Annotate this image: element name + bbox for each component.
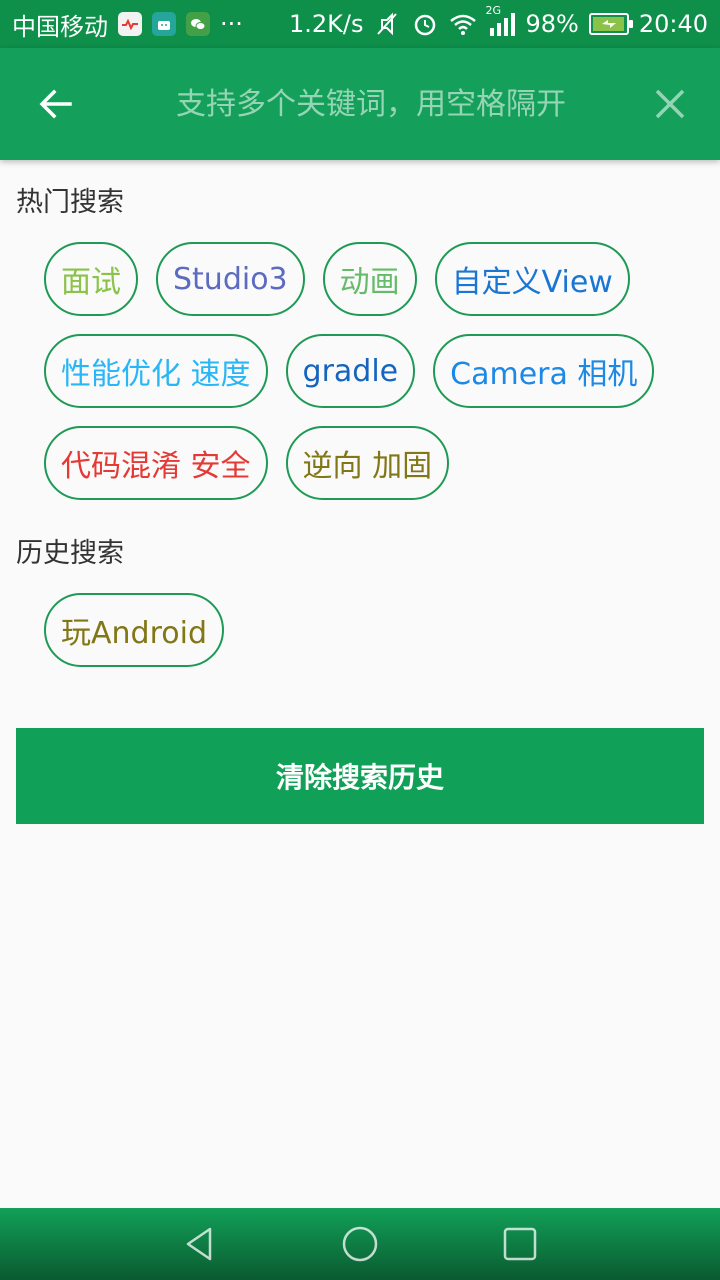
- alarm-icon: [411, 10, 439, 38]
- hot-search-tags: 面试 Studio3 动画 自定义View 性能优化 速度 gradle Camera 相机…: [44, 242, 684, 500]
- close-icon: [655, 89, 685, 119]
- hot-search-tag[interactable]: Studio3: [156, 242, 305, 316]
- history-search-title: 历史搜索: [16, 538, 124, 569]
- app-bar: [0, 48, 720, 160]
- battery-percent: 98%: [525, 10, 579, 38]
- nav-recents-button[interactable]: [480, 1208, 560, 1280]
- nav-back-button[interactable]: [160, 1208, 240, 1280]
- history-search-tag[interactable]: 玩Android: [44, 593, 224, 667]
- hot-search-tag[interactable]: 面试: [44, 242, 138, 316]
- wechat-app-icon: [186, 12, 210, 36]
- hot-search-tag[interactable]: 性能优化 速度: [44, 334, 268, 408]
- hot-search-tag[interactable]: Camera 相机: [433, 334, 655, 408]
- hot-search-title: 热门搜索: [16, 187, 124, 218]
- battery-charging-icon: [588, 13, 633, 35]
- history-search-tags: 玩Android: [44, 593, 684, 667]
- network-speed: 1.2K/s: [288, 10, 364, 38]
- hot-search-tag[interactable]: gradle: [285, 334, 416, 408]
- arrow-left-icon: [39, 89, 72, 119]
- network-type: 2G: [485, 4, 502, 17]
- wifi-icon: [449, 10, 477, 38]
- hot-search-tag[interactable]: 自定义View: [434, 242, 630, 316]
- hot-search-tag[interactable]: 动画: [322, 242, 417, 316]
- status-bar-right: 1.2K/s 2G 98% 20:40: [288, 4, 708, 38]
- nav-home-button[interactable]: [320, 1208, 400, 1280]
- search-input[interactable]: [112, 69, 620, 139]
- mute-icon: [373, 10, 401, 38]
- recents-square-icon: [503, 1227, 537, 1261]
- signal-icon: 2G: [485, 4, 516, 38]
- android-app-icon: [152, 12, 176, 36]
- hot-search-tag[interactable]: 代码混淆 安全: [44, 426, 268, 500]
- more-notifications: ···: [220, 10, 243, 38]
- carrier-name: 中国移动: [12, 12, 108, 41]
- heart-rate-app-icon: [118, 12, 142, 36]
- screen: 中国移动 ··· 1.2K/s 2G 98% 20:40 支持多个关键词，用空格…: [0, 0, 720, 1280]
- clear-search-button[interactable]: [620, 48, 720, 160]
- home-circle-icon: [342, 1226, 378, 1262]
- hot-search-tag[interactable]: 逆向 加固: [285, 426, 450, 500]
- back-button[interactable]: [0, 48, 112, 160]
- navigation-bar: [0, 1208, 720, 1280]
- status-bar: 中国移动 ··· 1.2K/s 2G 98% 20:40: [0, 0, 720, 48]
- back-triangle-icon: [186, 1227, 212, 1261]
- status-bar-left: 中国移动 ···: [12, 7, 243, 42]
- clear-history-button[interactable]: 清除搜索历史: [16, 728, 704, 824]
- clock-time: 20:40: [638, 10, 708, 38]
